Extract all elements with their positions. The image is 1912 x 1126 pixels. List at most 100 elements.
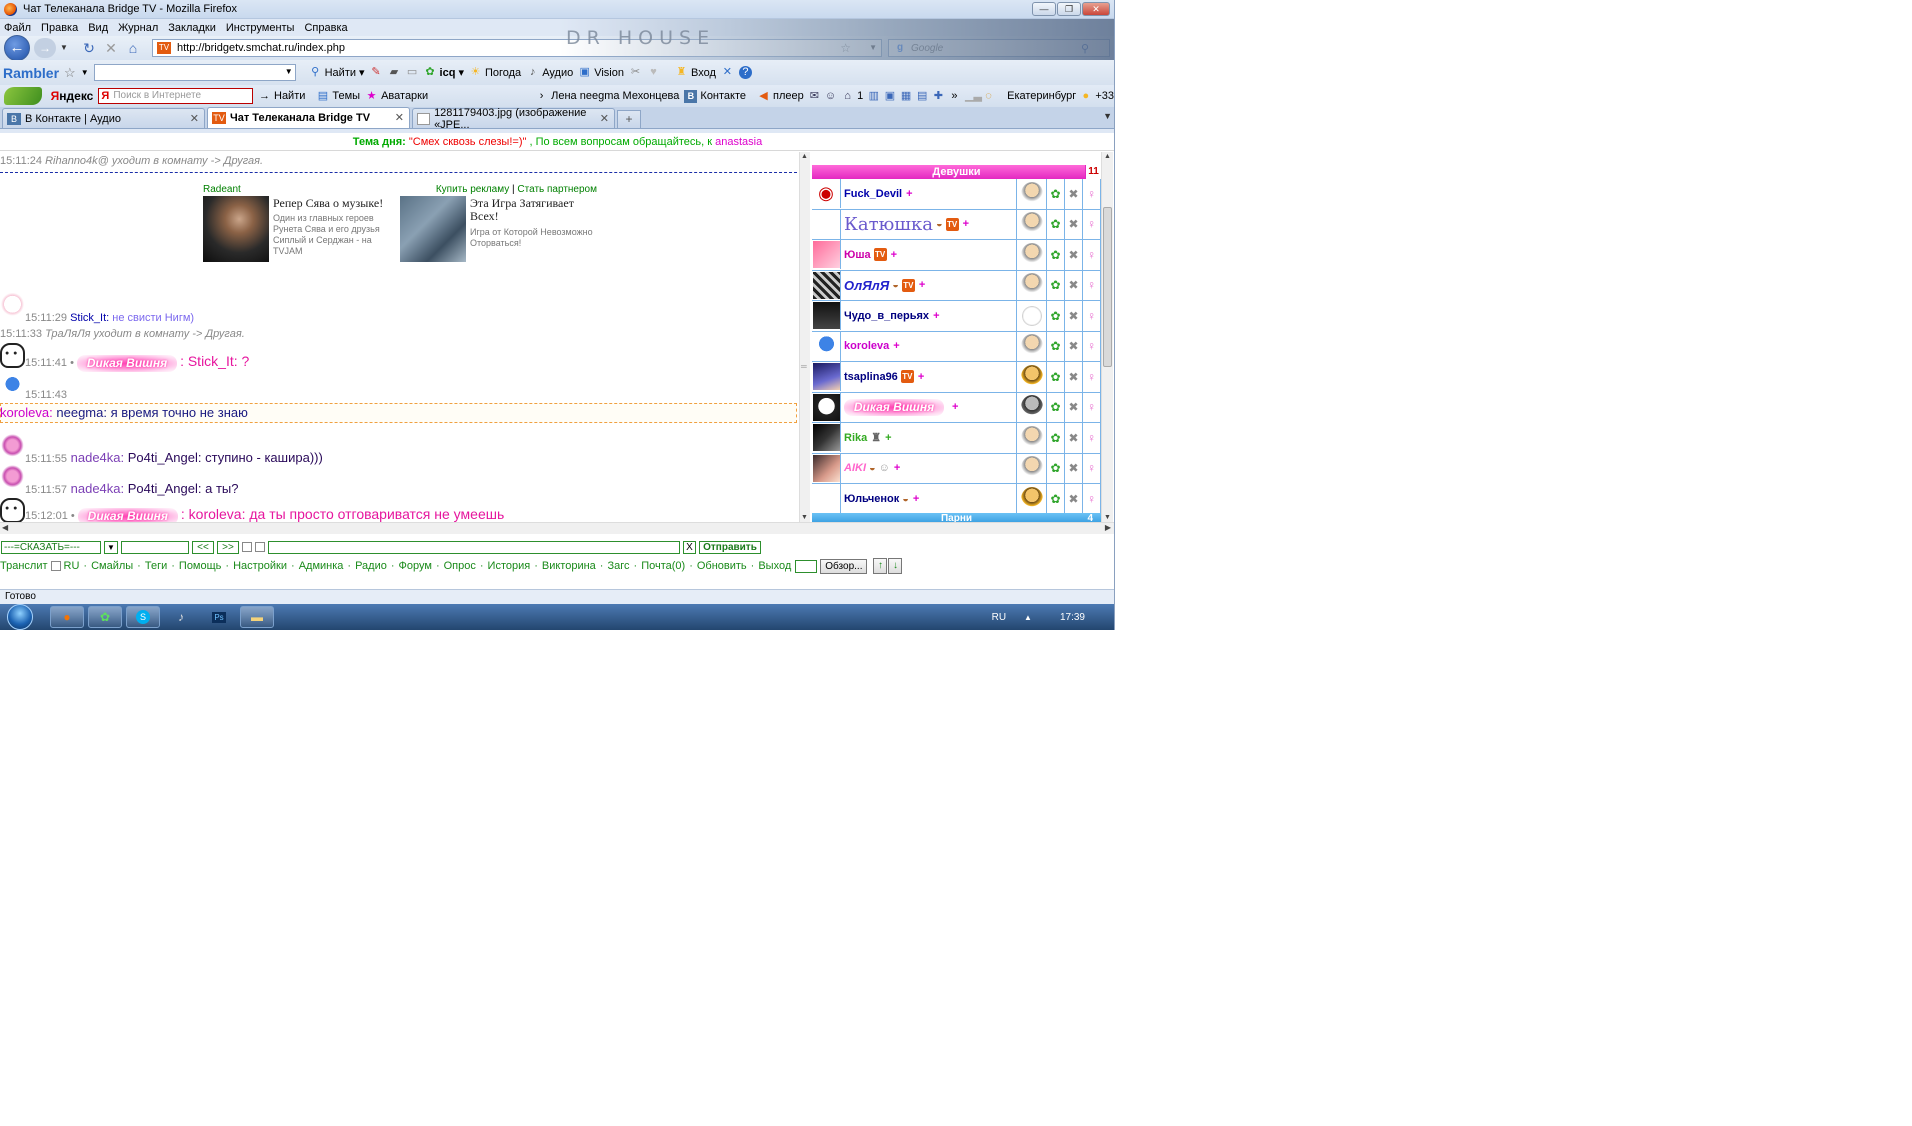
clover-icon[interactable]: ✿: [1047, 331, 1065, 361]
link-zags[interactable]: Загс: [607, 560, 629, 572]
yandex-find-button[interactable]: → Найти: [258, 90, 305, 103]
yandex-search-input[interactable]: Поиск в Интернете: [98, 88, 253, 104]
ignore-icon[interactable]: ✖: [1065, 240, 1083, 270]
search-icon[interactable]: ⚲: [1081, 42, 1089, 55]
rambler-logo[interactable]: Rambler: [3, 65, 59, 81]
clover-icon[interactable]: ✿: [1047, 179, 1065, 209]
contacts-icon[interactable]: ☺: [825, 90, 836, 103]
link-admin[interactable]: Админка: [299, 560, 344, 572]
language-indicator[interactable]: RU: [992, 612, 1006, 623]
scroll-down-icon[interactable]: ▼: [1104, 514, 1111, 521]
search-bar[interactable]: g ⚲: [888, 39, 1110, 57]
help-icon[interactable]: ?: [738, 66, 752, 79]
yandex-logo[interactable]: Яндекс: [51, 89, 94, 103]
ad-buy-link[interactable]: Купить рекламу: [436, 184, 509, 195]
say-dropdown-icon[interactable]: ▼: [104, 540, 118, 554]
link-help[interactable]: Помощь: [179, 560, 222, 572]
vk-button[interactable]: B Контакте: [684, 89, 746, 103]
link-smiles[interactable]: Смайлы: [91, 560, 133, 572]
weather-button[interactable]: ☀ Погода: [469, 66, 522, 79]
browse-button[interactable]: Обзор...: [820, 558, 868, 574]
home-counter[interactable]: ⌂ 1: [841, 90, 863, 103]
link-quiz[interactable]: Викторина: [542, 560, 596, 572]
taskbar-skype[interactable]: S: [126, 606, 160, 628]
scroll-down-button[interactable]: ↓: [888, 558, 903, 574]
taskbar-photoshop[interactable]: Ps: [202, 606, 236, 628]
clock[interactable]: 17:39: [1060, 612, 1085, 623]
home-icon[interactable]: ⌂: [124, 39, 142, 57]
tab-jpeg-image[interactable]: 1281179403.jpg (изображение «JPE... ✕: [412, 107, 615, 131]
ad-block[interactable]: Radeant Купить рекламу | Стать партнером…: [201, 184, 601, 282]
scroll-up-button[interactable]: ↑: [873, 558, 888, 574]
chat-scrollbar[interactable]: ▲ ═ ▼: [799, 152, 810, 522]
user-row[interactable]: tsaplina96 TV + ✿ ✖ ♀: [812, 362, 1101, 393]
ignore-icon[interactable]: ✖: [1065, 392, 1083, 422]
ignore-icon[interactable]: ✖: [1065, 270, 1083, 300]
tab-close-icon[interactable]: ✕: [395, 111, 404, 124]
ignore-icon[interactable]: ✖: [1065, 362, 1083, 392]
user-row[interactable]: Катюшка ◒ TV + ✿ ✖ ♀: [812, 209, 1101, 240]
user-row[interactable]: Rika ♜ + ✿ ✖ ♀: [812, 423, 1101, 454]
glitter-nickname[interactable]: Dикая Вишня: [77, 507, 178, 522]
url-text[interactable]: http://bridgetv.smchat.ru/index.php: [177, 42, 345, 54]
notes-icon[interactable]: ▤: [917, 90, 928, 103]
new-tab-button[interactable]: +: [617, 110, 641, 128]
ad-headline-1[interactable]: Репер Сява о музыке!: [273, 197, 398, 210]
stop-icon[interactable]: ✕: [102, 39, 120, 57]
clover-icon[interactable]: ✿: [1047, 453, 1065, 483]
forward-icon[interactable]: →: [34, 38, 56, 58]
user-row[interactable]: ОлЯлЯ ◒ TV + ✿ ✖ ♀: [812, 270, 1101, 301]
user-row[interactable]: AIKI ◒ ☺ + ✿ ✖ ♀: [812, 453, 1101, 484]
profile-link[interactable]: › Лена neegma Мехонцева: [535, 90, 680, 103]
weather-city[interactable]: Екатеринбург ● +33: [1007, 90, 1114, 103]
card-icon[interactable]: ▭: [406, 66, 419, 79]
horizontal-scrollbar[interactable]: ◀ ▶: [0, 522, 1114, 534]
clover-icon[interactable]: ✿: [1047, 209, 1065, 239]
close-button[interactable]: ✕: [1082, 2, 1110, 16]
chat-bubble-icon[interactable]: ◌: [983, 90, 994, 103]
scroll-grip-icon[interactable]: ═: [801, 362, 807, 371]
ignore-icon[interactable]: ✖: [1065, 484, 1083, 514]
user-list-scrollbar[interactable]: ▲ ▼: [1101, 152, 1113, 522]
link-poll[interactable]: Опрос: [444, 560, 476, 572]
plus-icon[interactable]: ✚: [933, 90, 944, 103]
rambler-search-select[interactable]: [93, 64, 296, 81]
back-icon[interactable]: ←: [4, 35, 30, 61]
reload-icon[interactable]: ↻: [80, 39, 98, 57]
user-row[interactable]: Dикая Вишня + ✿ ✖ ♀: [812, 392, 1101, 423]
tab-vk-audio[interactable]: B В Контакте | Аудио ✕: [2, 108, 205, 128]
minimize-button[interactable]: —: [1032, 2, 1056, 16]
user-row[interactable]: ◉ Fuck_Devil + ✿ ✖ ♀: [812, 179, 1101, 210]
clover-icon[interactable]: ✿: [1047, 423, 1065, 453]
link-history[interactable]: История: [488, 560, 531, 572]
tab-close-icon[interactable]: ✕: [600, 112, 609, 125]
menu-view[interactable]: Вид: [88, 22, 108, 34]
vision-button[interactable]: ▣ Vision: [578, 66, 624, 79]
ignore-icon[interactable]: ✖: [1065, 453, 1083, 483]
tab-close-icon[interactable]: ✕: [190, 112, 199, 125]
scroll-thumb[interactable]: [1103, 207, 1112, 367]
say-select[interactable]: ---=СКАЗАТЬ=---: [1, 540, 101, 554]
clover-icon[interactable]: ✿: [1047, 301, 1065, 331]
mail-icon[interactable]: ✉: [809, 90, 820, 103]
next-button[interactable]: >>: [217, 540, 239, 554]
rambler-find-button[interactable]: ⚲ Найти ▾: [309, 66, 364, 79]
user-row[interactable]: Юша TV + ✿ ✖ ♀: [812, 240, 1101, 271]
taskbar-icq[interactable]: ✿: [88, 606, 122, 628]
maximize-button[interactable]: ❐: [1057, 2, 1081, 16]
user-row[interactable]: koroleva + ✿ ✖ ♀: [812, 331, 1101, 362]
link-refresh[interactable]: Обновить: [697, 560, 747, 572]
link-tags[interactable]: Теги: [145, 560, 167, 572]
clover-icon[interactable]: ✿: [1047, 270, 1065, 300]
tab-list-dropdown-icon[interactable]: ▼: [1103, 111, 1112, 121]
user-row[interactable]: Юльченок ◒ + ✿ ✖ ♀: [812, 484, 1101, 515]
prev-button[interactable]: <<: [192, 540, 214, 554]
menu-bookmarks[interactable]: Закладки: [168, 22, 216, 34]
url-dropdown-icon[interactable]: ▼: [869, 43, 877, 52]
themes-button[interactable]: ▤ Темы: [316, 90, 360, 103]
search-input[interactable]: [911, 42, 1081, 54]
menu-tools[interactable]: Инструменты: [226, 22, 295, 34]
link-ru[interactable]: RU: [64, 560, 80, 572]
taskbar-firefox[interactable]: ●: [50, 606, 84, 628]
tray-expand-icon[interactable]: ▲: [1024, 613, 1032, 622]
